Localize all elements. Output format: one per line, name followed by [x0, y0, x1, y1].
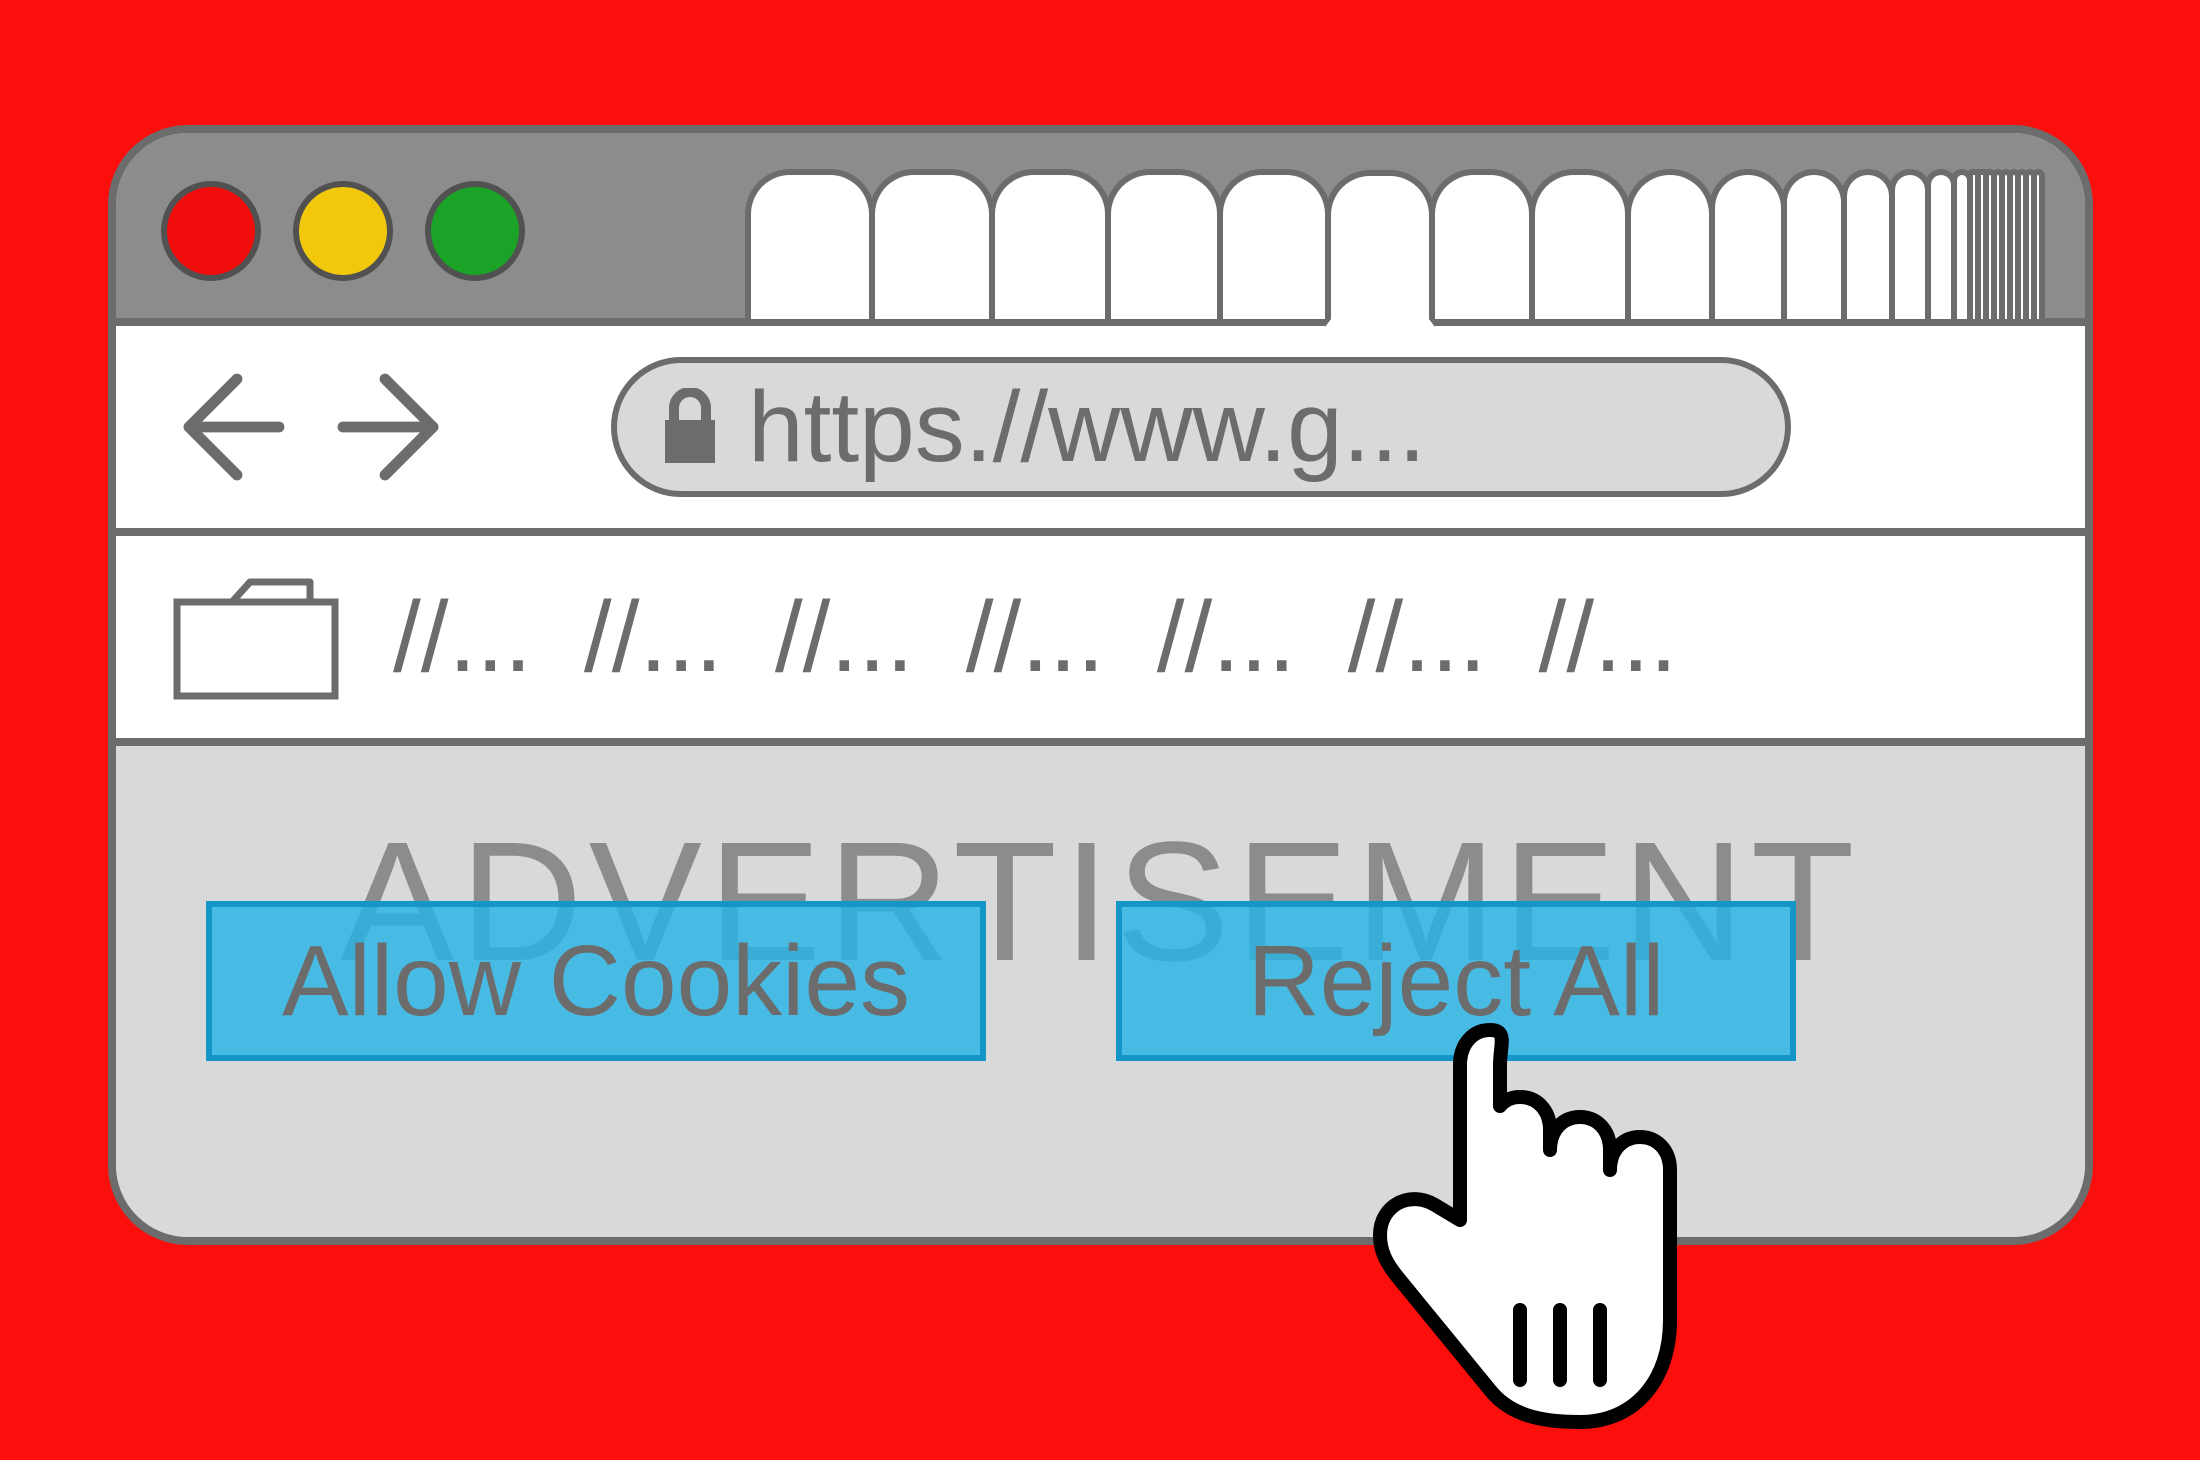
browser-tab[interactable] [1325, 170, 1435, 327]
browser-tab[interactable] [869, 169, 995, 319]
allow-cookies-button[interactable]: Allow Cookies [206, 901, 986, 1061]
bookmark-item[interactable]: //... [1157, 580, 1296, 695]
browser-tab[interactable] [1105, 169, 1223, 319]
url-text: https.//www.g... [748, 370, 1426, 485]
close-window-button[interactable] [161, 181, 261, 281]
pointer-cursor-icon [1360, 1010, 1680, 1435]
browser-tab[interactable] [1709, 169, 1787, 319]
browser-tab[interactable] [2031, 169, 2045, 319]
browser-tab[interactable] [989, 169, 1111, 319]
browser-tab[interactable] [1625, 169, 1715, 319]
zoom-window-button[interactable] [425, 181, 525, 281]
allow-cookies-label: Allow Cookies [282, 924, 910, 1039]
bookmark-item[interactable]: //... [1539, 580, 1678, 695]
page-content: ADVERTISEMENT Allow Cookies Reject All [116, 746, 2085, 1237]
bookmark-item[interactable]: //... [1348, 580, 1487, 695]
browser-tab[interactable] [1429, 169, 1535, 319]
browser-tab[interactable] [745, 169, 875, 319]
minimize-window-button[interactable] [293, 181, 393, 281]
url-field[interactable]: https.//www.g... [611, 357, 1791, 497]
bookmark-item[interactable]: //... [584, 580, 723, 695]
lock-icon [662, 388, 718, 466]
titlebar [116, 133, 2085, 326]
back-button[interactable] [171, 367, 291, 487]
folder-icon[interactable] [171, 572, 341, 702]
forward-button[interactable] [331, 367, 451, 487]
browser-tab[interactable] [1781, 169, 1847, 319]
browser-tab[interactable] [1529, 169, 1631, 319]
bookmarks-bar: //... //... //... //... //... //... //... [116, 536, 2085, 746]
bookmark-item[interactable]: //... [775, 580, 914, 695]
bookmark-item[interactable]: //... [966, 580, 1105, 695]
browser-tab[interactable] [1841, 169, 1895, 319]
tab-strip [745, 169, 2045, 319]
traffic-lights [161, 181, 525, 281]
address-bar: https.//www.g... [116, 326, 2085, 536]
bookmark-item[interactable]: //... [393, 580, 532, 695]
browser-window: https.//www.g... //...//...//...//...//.… [108, 125, 2093, 1245]
browser-tab[interactable] [1217, 169, 1331, 319]
